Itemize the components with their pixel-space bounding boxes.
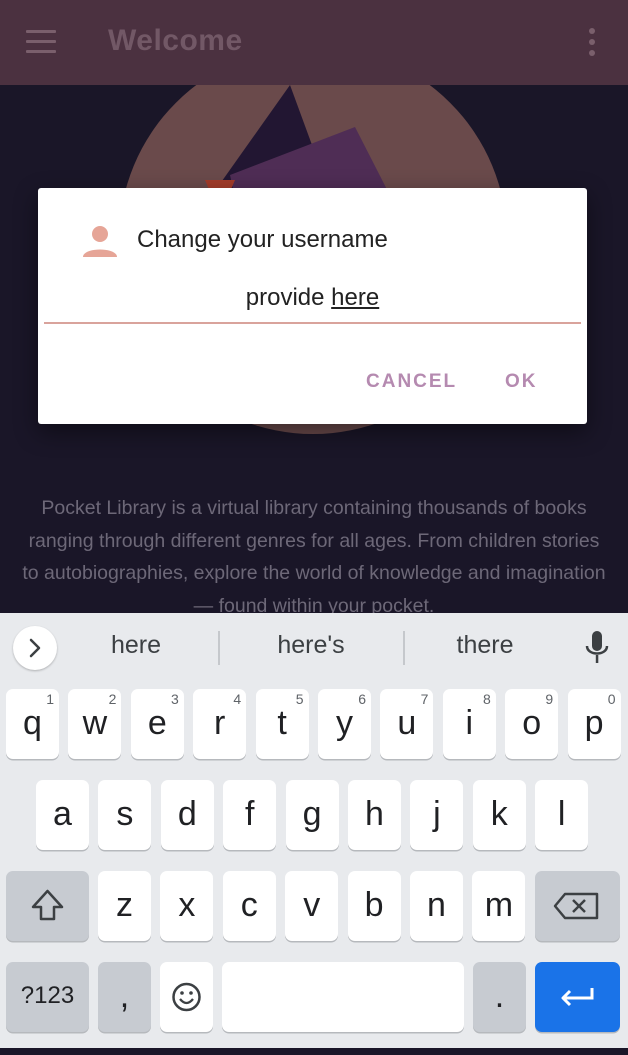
key-hint: 6 bbox=[358, 691, 366, 707]
key-w[interactable]: 2w bbox=[68, 689, 122, 759]
key-s[interactable]: s bbox=[98, 780, 152, 850]
key-hint: 5 bbox=[295, 691, 304, 707]
chevron-right-icon bbox=[29, 638, 41, 658]
key-t[interactable]: 5t bbox=[255, 689, 309, 759]
key-f[interactable]: f bbox=[223, 780, 277, 850]
person-icon bbox=[83, 226, 117, 257]
dialog-title: Change your username bbox=[137, 226, 388, 253]
backspace-icon bbox=[553, 892, 599, 920]
suggestion-1[interactable]: here bbox=[80, 631, 192, 660]
key-v[interactable]: v bbox=[285, 871, 339, 941]
microphone-icon[interactable] bbox=[583, 630, 611, 666]
change-username-dialog: Change your username provide here CANCEL… bbox=[38, 188, 587, 424]
key-z[interactable]: z bbox=[98, 871, 151, 941]
key-h[interactable]: h bbox=[348, 780, 401, 850]
key-q[interactable]: 1q bbox=[6, 689, 59, 759]
suggestion-2[interactable]: here's bbox=[236, 631, 386, 660]
key-label: q bbox=[23, 704, 42, 742]
hamburger-menu-icon[interactable] bbox=[26, 30, 56, 54]
space-key[interactable] bbox=[222, 962, 464, 1032]
key-y[interactable]: 6y bbox=[318, 689, 371, 759]
comma-key[interactable]: , bbox=[98, 962, 151, 1032]
key-label: t bbox=[277, 704, 287, 742]
cancel-button[interactable]: CANCEL bbox=[366, 371, 457, 393]
return-icon bbox=[561, 988, 594, 1007]
key-label: w bbox=[82, 704, 108, 742]
key-n[interactable]: n bbox=[410, 871, 463, 941]
period-key[interactable]: . bbox=[473, 962, 526, 1032]
username-input[interactable]: provide here bbox=[44, 280, 581, 324]
key-label: i bbox=[465, 704, 474, 742]
key-hint: 4 bbox=[233, 691, 242, 707]
key-label: e bbox=[147, 704, 167, 742]
key-a[interactable]: a bbox=[36, 780, 89, 850]
app-bar: Welcome bbox=[0, 0, 628, 85]
key-p[interactable]: 0p bbox=[567, 689, 621, 759]
key-hint: 8 bbox=[483, 691, 491, 707]
shift-icon bbox=[31, 889, 64, 921]
key-j[interactable]: j bbox=[410, 780, 464, 850]
enter-key[interactable] bbox=[535, 962, 620, 1032]
key-o[interactable]: 9o bbox=[505, 689, 559, 759]
key-label: y bbox=[336, 704, 353, 742]
key-r[interactable]: 4r bbox=[193, 689, 247, 759]
key-u[interactable]: 7u bbox=[380, 689, 434, 759]
emoji-icon bbox=[172, 982, 201, 1012]
key-hint: 1 bbox=[46, 691, 54, 707]
key-hint: 7 bbox=[420, 691, 429, 707]
key-d[interactable]: d bbox=[160, 780, 214, 850]
suggestion-divider bbox=[403, 631, 405, 665]
key-label: o bbox=[522, 704, 542, 742]
key-hint: 3 bbox=[171, 691, 179, 707]
key-label: u bbox=[397, 704, 417, 742]
more-vert-icon[interactable] bbox=[589, 28, 597, 56]
backspace-key[interactable] bbox=[535, 871, 620, 941]
key-label: p bbox=[584, 704, 604, 742]
key-l[interactable]: l bbox=[535, 780, 589, 850]
key-k[interactable]: k bbox=[472, 780, 526, 850]
key-m[interactable]: m bbox=[472, 871, 526, 941]
key-b[interactable]: b bbox=[347, 871, 401, 941]
key-hint: 2 bbox=[108, 691, 117, 707]
key-x[interactable]: x bbox=[160, 871, 214, 941]
composing-word: here bbox=[331, 284, 380, 311]
suggestion-divider bbox=[218, 631, 220, 665]
shift-key[interactable] bbox=[6, 871, 89, 941]
emoji-key[interactable] bbox=[160, 962, 213, 1032]
key-c[interactable]: c bbox=[222, 871, 276, 941]
suggestion-bar: here here's there bbox=[0, 613, 628, 681]
ok-button[interactable]: OK bbox=[505, 371, 538, 393]
key-hint: 9 bbox=[545, 691, 554, 707]
username-input-value[interactable]: provide here bbox=[44, 284, 581, 312]
key-e[interactable]: 3e bbox=[130, 689, 184, 759]
suggestion-3[interactable]: there bbox=[420, 631, 550, 660]
key-g[interactable]: g bbox=[285, 780, 339, 850]
library-description: Pocket Library is a virtual library cont… bbox=[22, 497, 606, 617]
key-label: r bbox=[214, 704, 226, 742]
key-hint: 0 bbox=[607, 691, 616, 707]
page-title: Welcome bbox=[108, 24, 243, 57]
expand-toolbar-button[interactable] bbox=[13, 626, 57, 670]
soft-keyboard: here here's there ?123 , . 1 q 2 w 3 e 4… bbox=[0, 613, 628, 1048]
key-i[interactable]: 8i bbox=[442, 689, 496, 759]
symbols-key[interactable]: ?123 bbox=[6, 962, 89, 1032]
